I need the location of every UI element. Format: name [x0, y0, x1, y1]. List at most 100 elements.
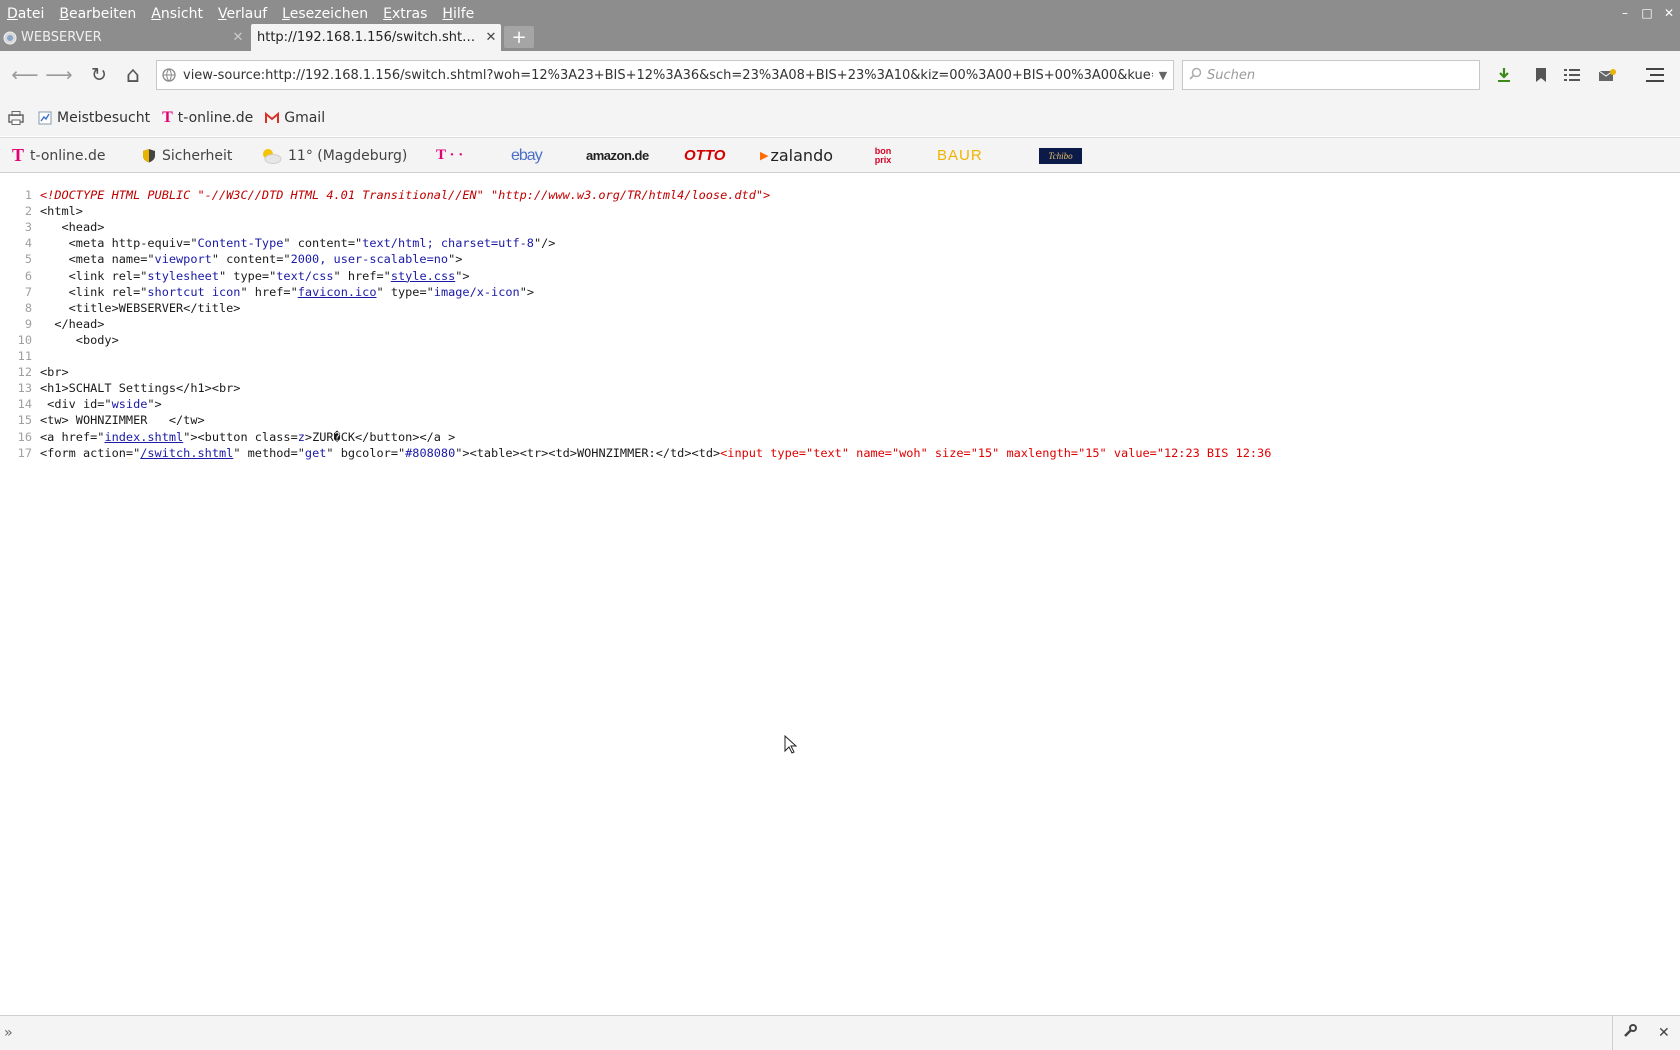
menu-item-extras[interactable]: Extras — [383, 6, 427, 22]
source-line: 14 <div id=" wside "> — [0, 397, 162, 413]
downloads-button[interactable] — [1492, 63, 1516, 87]
partner-amazon-logo[interactable]: amazon.de — [586, 138, 649, 173]
search-input[interactable]: Suchen — [1182, 60, 1480, 90]
line-number: 7 — [24, 284, 32, 299]
partner-weather[interactable]: 11° (Magdeburg) — [260, 138, 407, 173]
close-tab-icon[interactable]: ✕ — [228, 30, 248, 45]
partner-security[interactable]: Sicherheit — [142, 138, 232, 173]
source-token: 2000, user-scalable=no — [290, 252, 449, 267]
library-button[interactable] — [1560, 63, 1584, 87]
url-text[interactable]: view-source:http://192.168.1.156/switch.… — [181, 68, 1153, 83]
source-line: 4 <meta http-equiv=" Content-Type " conten… — [0, 236, 556, 252]
partner-telekom-logo[interactable]: T · · — [436, 138, 463, 173]
partner-bonprix-logo[interactable]: bon prix — [871, 138, 895, 173]
bookmark-most-visited[interactable]: Meistbesucht — [38, 110, 150, 126]
source-line: 3 <head> — [0, 220, 105, 236]
source-token: <meta name=" — [40, 252, 155, 267]
bookmark-icon — [1536, 68, 1546, 82]
source-token: viewport — [154, 252, 212, 267]
line-number: 17 — [17, 445, 32, 460]
menu-item-bearbeiten[interactable]: Bearbeiten — [59, 6, 136, 22]
main-menu-button[interactable] — [1643, 63, 1667, 87]
extension-button[interactable] — [1595, 63, 1619, 87]
menu-item-hilfe[interactable]: Hilfe — [442, 6, 474, 22]
view-source-content: 1 <!DOCTYPE HTML PUBLIC "-//W3C//DTD HTML… — [0, 180, 1680, 1015]
source-token: " method=" — [233, 445, 305, 460]
home-button[interactable]: ⌂ — [118, 60, 148, 90]
zalando-logo-text: zalando — [770, 146, 834, 165]
partner-baur-logo[interactable]: BAUR — [937, 138, 983, 173]
tab-view-source[interactable]: http://192.168.1.156/switch.shtml?... ✕ — [251, 24, 501, 51]
menu-item-datei[interactable]: Datei — [7, 6, 44, 22]
source-line: 6 <link rel=" stylesheet " type=" text/css "… — [0, 269, 470, 285]
print-icon — [8, 111, 24, 125]
print-button[interactable] — [8, 111, 24, 125]
mail-badge-icon — [1598, 69, 1616, 81]
home-icon: ⌂ — [126, 62, 140, 88]
ebay-logo-text: ebay — [511, 146, 543, 164]
menu-item-verlauf[interactable]: Verlauf — [218, 6, 267, 22]
menu-item-ansicht[interactable]: Ansicht — [151, 6, 203, 22]
source-token: " href=" — [240, 284, 298, 299]
site-info-icon[interactable] — [157, 68, 181, 82]
line-number: 9 — [24, 316, 32, 331]
source-token: image/x-icon — [433, 284, 520, 299]
list-icon — [1564, 69, 1580, 81]
source-line: 13 <h1>SCHALT Settings</h1><br> — [0, 381, 241, 397]
partner-t-online[interactable]: T t-online.de — [12, 138, 105, 173]
tchibo-logo-badge: Tchibo — [1039, 147, 1082, 164]
source-line: 1 <!DOCTYPE HTML PUBLIC "-//W3C//DTD HTML… — [0, 188, 770, 204]
source-line: 2 <html> — [0, 204, 83, 220]
navigation-toolbar: ⟵ ⟶ ↻ ⌂ view-source:http://192.168.1.156… — [0, 51, 1680, 100]
line-number: 13 — [17, 381, 32, 396]
close-tab-icon[interactable]: ✕ — [481, 30, 501, 45]
partner-otto-logo[interactable]: OTTO — [684, 138, 725, 173]
source-line: 9 </head> — [0, 316, 105, 333]
command-line-prompt[interactable]: » — [4, 1025, 12, 1041]
bookmark-button[interactable] — [1529, 63, 1553, 87]
telekom-icon: T — [162, 109, 173, 126]
developer-toolbar: » ✕ — [0, 1015, 1680, 1050]
reload-button[interactable]: ↻ — [84, 60, 114, 90]
search-icon — [1183, 67, 1207, 84]
bookmark-t-online[interactable]: T t-online.de — [162, 109, 253, 127]
source-link[interactable]: index.shtml — [104, 430, 183, 446]
tab-webserver[interactable]: WEBSERVER ✕ — [0, 24, 248, 51]
url-dropdown-icon[interactable]: ▼ — [1153, 69, 1173, 82]
source-link[interactable]: /switch.shtml — [140, 446, 233, 462]
source-token: <a href=" — [40, 429, 105, 444]
source-token: <link rel=" — [40, 268, 148, 283]
url-bar[interactable]: view-source:http://192.168.1.156/switch.… — [156, 60, 1174, 90]
source-token: >ZUR�CK</button></a > — [304, 429, 456, 444]
line-number: 2 — [24, 204, 32, 219]
bookmark-label: t-online.de — [177, 110, 254, 126]
source-link[interactable]: favicon.ico — [298, 285, 377, 301]
partner-zalando-logo[interactable]: ▶ zalando — [760, 138, 833, 173]
close-devbar-icon[interactable]: ✕ — [1658, 1025, 1670, 1041]
partner-ebay-logo[interactable]: ebay — [511, 138, 543, 173]
bookmark-gmail[interactable]: Gmail — [265, 110, 325, 126]
source-token: " content=" — [211, 252, 291, 267]
source-token: wside — [111, 397, 148, 412]
source-token: " content=" — [283, 236, 363, 251]
tab-label: http://192.168.1.156/switch.shtml?... — [257, 30, 481, 45]
menu-item-lesezeichen[interactable]: Lesezeichen — [282, 6, 368, 22]
source-token: " type=" — [376, 284, 434, 299]
most-visited-icon — [38, 111, 52, 125]
source-link[interactable]: style.css — [391, 269, 455, 285]
back-button[interactable]: ⟵ — [10, 60, 40, 90]
line-number: 10 — [17, 332, 32, 347]
line-number: 1 — [24, 188, 32, 202]
partner-tchibo-logo[interactable]: Tchibo — [1039, 138, 1082, 173]
line-number: 8 — [24, 300, 32, 315]
wrench-icon[interactable] — [1623, 1024, 1638, 1042]
shield-icon — [142, 148, 156, 163]
devtools-controls: ✕ — [1612, 1016, 1680, 1050]
new-tab-button[interactable]: + — [504, 26, 534, 48]
forward-button[interactable]: ⟶ — [44, 60, 74, 90]
source-line: 11 — [0, 349, 40, 365]
source-token: stylesheet — [147, 268, 219, 283]
line-number: 12 — [17, 365, 32, 380]
source-line: 12 <br> — [0, 365, 69, 381]
source-line: 8 <title>WEBSERVER</title> — [0, 300, 241, 317]
